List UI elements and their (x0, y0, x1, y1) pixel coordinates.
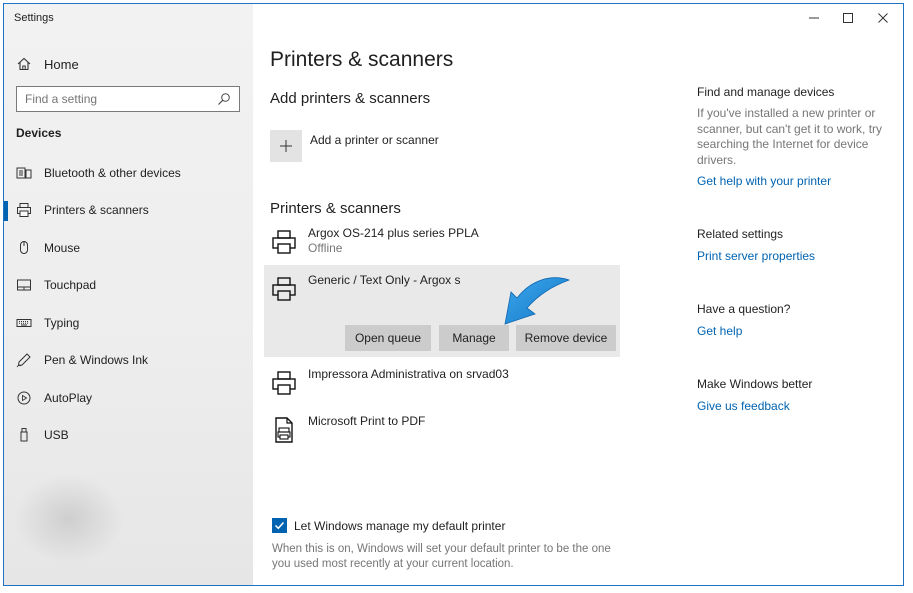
printers-list-title: Printers & scanners (270, 200, 401, 217)
add-section-title: Add printers & scanners (270, 90, 431, 107)
default-printer-label: Let Windows manage my default printer (294, 518, 506, 533)
pointer-arrow-icon (504, 277, 571, 325)
home-icon (16, 56, 32, 72)
find-devices-heading: Find and manage devices (697, 85, 835, 99)
sidebar-item-autoplay[interactable]: AutoPlay (4, 379, 253, 417)
printer-status: Offline (308, 241, 343, 255)
sidebar-item-label: Bluetooth & other devices (44, 165, 181, 180)
print-server-properties-link[interactable]: Print server properties (697, 249, 815, 263)
checkmark-icon (274, 521, 285, 530)
default-printer-note: When this is on, Windows will set your d… (272, 543, 611, 570)
printer-item[interactable]: Microsoft Print to PDF (270, 414, 622, 444)
pen-icon (16, 352, 32, 368)
bluetooth-devices-icon (16, 165, 32, 181)
autoplay-icon (16, 390, 32, 406)
home-label: Home (44, 56, 79, 72)
plus-icon (270, 130, 302, 162)
open-queue-button[interactable]: Open queue (345, 325, 431, 351)
sidebar-item-pen[interactable]: Pen & Windows Ink (4, 342, 253, 380)
sidebar: Settings Home Devices Bluetooth & other … (4, 4, 253, 585)
page-title: Printers & scanners (270, 48, 454, 71)
default-printer-checkbox-row[interactable]: Let Windows manage my default printer (272, 518, 505, 533)
search-box[interactable] (16, 86, 240, 112)
sidebar-item-printers[interactable]: Printers & scanners (4, 192, 253, 230)
devices-section-label: Devices (16, 126, 62, 140)
printer-icon (16, 202, 32, 218)
give-feedback-link[interactable]: Give us feedback (697, 399, 790, 413)
printer-icon (270, 275, 298, 303)
right-panel: Find and manage devices If you've instal… (697, 4, 897, 585)
sidebar-item-usb[interactable]: USB (4, 417, 253, 455)
home-nav[interactable]: Home (16, 54, 79, 74)
usb-icon (16, 427, 32, 443)
sidebar-item-bluetooth[interactable]: Bluetooth & other devices (4, 154, 253, 192)
touchpad-icon (16, 277, 32, 293)
printer-item[interactable]: Argox OS-214 plus series PPLA Offline (270, 226, 622, 256)
sidebar-item-label: AutoPlay (44, 390, 93, 405)
add-printer-button[interactable]: Add a printer or scanner (270, 130, 439, 162)
printer-name: Argox OS-214 plus series PPLA (308, 226, 479, 240)
search-icon[interactable] (217, 92, 231, 106)
sidebar-item-touchpad[interactable]: Touchpad (4, 267, 253, 305)
window-title: Settings (14, 12, 54, 24)
printer-icon (270, 228, 298, 256)
sidebar-item-label: Printers & scanners (44, 203, 149, 218)
printer-name: Microsoft Print to PDF (308, 414, 426, 428)
sidebar-item-label: Mouse (44, 240, 81, 255)
get-help-printer-link[interactable]: Get help with your printer (697, 174, 831, 188)
find-devices-text: If you've installed a new printer or sca… (697, 106, 883, 167)
main-content: Printers & scanners Add printers & scann… (264, 4, 690, 585)
sidebar-item-label: Typing (44, 315, 80, 330)
sidebar-item-label: Touchpad (44, 278, 97, 293)
sidebar-item-mouse[interactable]: Mouse (4, 229, 253, 267)
sidebar-backdrop-blur (14, 474, 124, 564)
printer-name: Impressora Administrativa on srvad03 (308, 367, 509, 381)
printer-icon (270, 369, 298, 397)
search-input[interactable] (25, 92, 217, 106)
question-heading: Have a question? (697, 302, 791, 316)
keyboard-icon (16, 315, 32, 331)
mouse-icon (16, 240, 32, 256)
sidebar-item-typing[interactable]: Typing (4, 304, 253, 342)
get-help-link[interactable]: Get help (697, 324, 742, 338)
printer-item[interactable]: Impressora Administrativa on srvad03 (270, 367, 622, 397)
sidebar-item-label: USB (44, 428, 69, 443)
make-windows-better-heading: Make Windows better (697, 377, 813, 391)
default-printer-checkbox[interactable] (272, 518, 287, 533)
add-printer-label: Add a printer or scanner (310, 133, 439, 147)
settings-window: Settings Home Devices Bluetooth & other … (3, 3, 904, 586)
devices-nav: Bluetooth & other devices Printers & sca… (4, 154, 253, 454)
printer-name: Generic / Text Only - Argox s (308, 273, 461, 287)
related-settings-heading: Related settings (697, 227, 784, 241)
pdf-printer-icon (270, 416, 298, 444)
sidebar-item-label: Pen & Windows Ink (44, 353, 149, 368)
